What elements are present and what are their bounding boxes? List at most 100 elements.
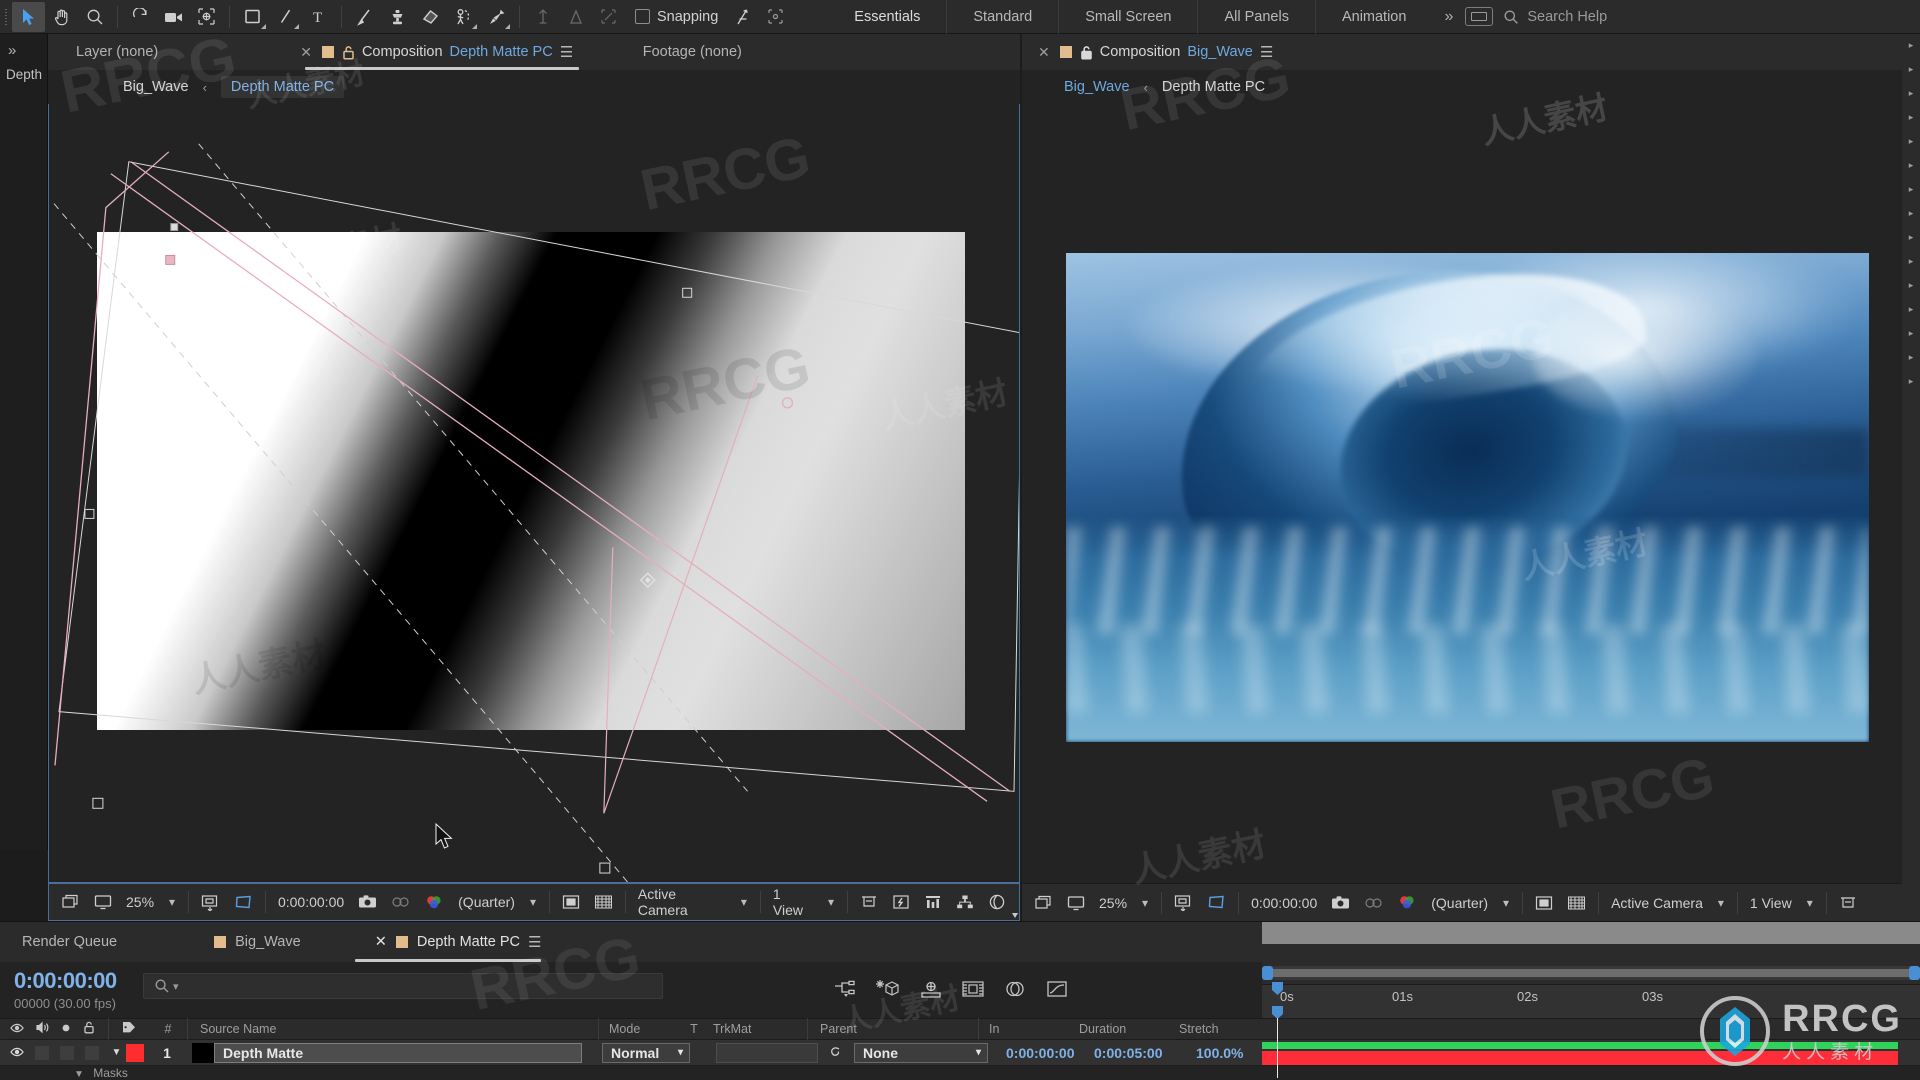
- channel-icon[interactable]: [1390, 888, 1424, 918]
- show-snapshot-icon[interactable]: [384, 887, 417, 917]
- rail-chevron-icon[interactable]: ▸: [1909, 112, 1914, 123]
- playhead-line[interactable]: [1272, 1006, 1283, 1078]
- layer-blend-mode[interactable]: Normal ▾: [602, 1042, 690, 1063]
- brush-tool[interactable]: [348, 2, 381, 32]
- lock-icon[interactable]: [342, 45, 355, 60]
- expand-panels-chevron-icon[interactable]: »: [0, 34, 47, 59]
- row-eye-toggle[interactable]: [10, 1045, 24, 1061]
- resolution-dropdown-chevron-icon[interactable]: ▾: [1495, 896, 1517, 910]
- panel-menu-icon[interactable]: ☰: [560, 45, 575, 60]
- pixel-aspect-correction-icon[interactable]: [853, 887, 885, 917]
- panel-menu-icon[interactable]: ☰: [1260, 45, 1275, 60]
- row-audio-toggle[interactable]: [35, 1045, 49, 1060]
- toolbar-grip[interactable]: [2, 6, 12, 28]
- transparency-grid-icon[interactable]: [1200, 888, 1233, 918]
- draft-3d-icon[interactable]: [875, 978, 901, 1002]
- always-preview-icon[interactable]: [1028, 888, 1060, 918]
- comp-timecode-value[interactable]: 0:00:00:00: [1244, 888, 1324, 918]
- rail-chevron-icon[interactable]: ▸: [1909, 232, 1914, 243]
- resolution-value[interactable]: (Quarter): [451, 887, 522, 917]
- workspace-edit-button[interactable]: [1465, 7, 1494, 26]
- eye-icon[interactable]: [10, 1022, 24, 1037]
- rail-chevron-icon[interactable]: ▸: [1909, 328, 1914, 339]
- monitor-icon[interactable]: [1060, 888, 1092, 918]
- show-snapshot-icon[interactable]: [1357, 888, 1390, 918]
- close-icon[interactable]: ✕: [300, 44, 312, 61]
- current-time-display[interactable]: 0:00:00:00 00000 (30.00 fps): [0, 962, 135, 1018]
- layer-in-point[interactable]: 0:00:00:00: [994, 1045, 1094, 1061]
- channel-icon[interactable]: [417, 887, 1018, 918]
- rotation-tool[interactable]: [124, 2, 157, 32]
- toggle-grid-icon[interactable]: [1560, 888, 1593, 918]
- comp-flowchart-icon[interactable]: [949, 887, 981, 917]
- workspace-standard[interactable]: Standard: [946, 0, 1058, 34]
- monitor-icon[interactable]: [87, 887, 119, 917]
- resolution-dropdown-chevron-icon[interactable]: ▾: [522, 895, 544, 909]
- work-area-end-handle[interactable]: [1909, 966, 1920, 980]
- region-of-interest-icon[interactable]: [194, 887, 227, 917]
- rail-chevron-icon[interactable]: ▸: [1909, 184, 1914, 195]
- reset-exposure-icon[interactable]: [981, 887, 1013, 917]
- layer-duration[interactable]: 0:00:05:00: [1094, 1045, 1196, 1061]
- take-snapshot-icon[interactable]: [1324, 888, 1357, 918]
- camera-view-value[interactable]: Active Camera: [631, 886, 733, 918]
- parent-pickwhip-icon[interactable]: [818, 1045, 854, 1061]
- workspace-small-screen[interactable]: Small Screen: [1058, 0, 1197, 34]
- puppet-overlap-tool[interactable]: [592, 2, 625, 32]
- snapping-checkbox[interactable]: [635, 9, 650, 24]
- work-area-start-handle[interactable]: [1262, 966, 1273, 980]
- work-area-bar[interactable]: [1262, 966, 1920, 980]
- fast-previews-icon[interactable]: [885, 887, 917, 917]
- comp-left-viewer[interactable]: [48, 104, 1020, 883]
- transparency-grid-icon[interactable]: [227, 887, 260, 917]
- puppet-advanced-pin-tool[interactable]: [559, 2, 592, 32]
- take-snapshot-icon[interactable]: [351, 887, 384, 917]
- expand-triangle-icon[interactable]: ▼: [112, 1047, 122, 1058]
- rail-chevron-icon[interactable]: ▸: [1909, 352, 1914, 363]
- puppet-pin-tool[interactable]: [480, 2, 513, 32]
- graph-editor-icon[interactable]: [1045, 979, 1069, 1002]
- workspace-all-panels[interactable]: All Panels: [1197, 0, 1314, 34]
- row-solo-toggle[interactable]: [60, 1045, 74, 1060]
- camera-dropdown-chevron-icon[interactable]: ▾: [733, 895, 755, 909]
- camera-tool[interactable]: [157, 2, 190, 32]
- camera-view-value[interactable]: Active Camera: [1604, 888, 1710, 918]
- zoom-tool[interactable]: [78, 2, 111, 32]
- zoom-dropdown-chevron-icon[interactable]: ▾: [161, 895, 183, 909]
- workspace-animation[interactable]: Animation: [1314, 0, 1432, 34]
- solo-icon[interactable]: [60, 1022, 72, 1037]
- breadcrumb-root[interactable]: Big_Wave: [123, 79, 189, 95]
- rail-chevron-icon[interactable]: ▸: [1909, 160, 1914, 171]
- row-lock-toggle[interactable]: [85, 1045, 99, 1060]
- roto-brush-tool[interactable]: [447, 2, 480, 32]
- big-wave-tab[interactable]: Big_Wave: [195, 922, 319, 962]
- pixel-aspect-correction-icon[interactable]: [1832, 888, 1864, 918]
- workspace-overflow-chevron-icon[interactable]: »: [1432, 8, 1465, 26]
- zoom-dropdown-chevron-icon[interactable]: ▾: [1134, 896, 1156, 910]
- layer-source-name[interactable]: Depth Matte: [214, 1042, 582, 1063]
- resolution-value[interactable]: (Quarter): [1424, 888, 1495, 918]
- views-dropdown-chevron-icon[interactable]: ▾: [820, 895, 842, 909]
- layer-tab[interactable]: Layer (none): [48, 34, 174, 70]
- playhead[interactable]: [1272, 982, 1283, 995]
- render-queue-tab[interactable]: Render Queue: [0, 922, 135, 962]
- hide-shy-layers-icon[interactable]: [919, 979, 943, 1002]
- rail-chevron-icon[interactable]: ▸: [1909, 304, 1914, 315]
- composition-tab-big-wave[interactable]: ✕ Composition Big_Wave ☰: [1022, 34, 1291, 70]
- eraser-tool[interactable]: [414, 2, 447, 32]
- hand-tool[interactable]: [45, 2, 78, 32]
- views-dropdown-chevron-icon[interactable]: ▾: [1799, 896, 1821, 910]
- close-icon[interactable]: ✕: [1038, 44, 1050, 61]
- composition-tab-depth-matte[interactable]: ✕ Composition Depth Matte PC ☰: [284, 34, 591, 70]
- rail-chevron-icon[interactable]: ▸: [1909, 64, 1914, 75]
- layer-trkmat[interactable]: [716, 1042, 818, 1063]
- view-layout-value[interactable]: 1 View: [766, 886, 820, 918]
- search-help[interactable]: Search Help: [1503, 9, 1607, 25]
- breadcrumb-root[interactable]: Big_Wave: [1064, 79, 1130, 95]
- pen-tool[interactable]: [269, 2, 302, 32]
- left-panel-rail[interactable]: » Depth: [0, 34, 48, 850]
- rail-chevron-icon[interactable]: ▸: [1909, 376, 1914, 387]
- rail-chevron-icon[interactable]: ▸: [1909, 88, 1914, 99]
- rail-chevron-icon[interactable]: ▸: [1909, 40, 1914, 51]
- timeline-search-input[interactable]: ▾: [143, 973, 663, 999]
